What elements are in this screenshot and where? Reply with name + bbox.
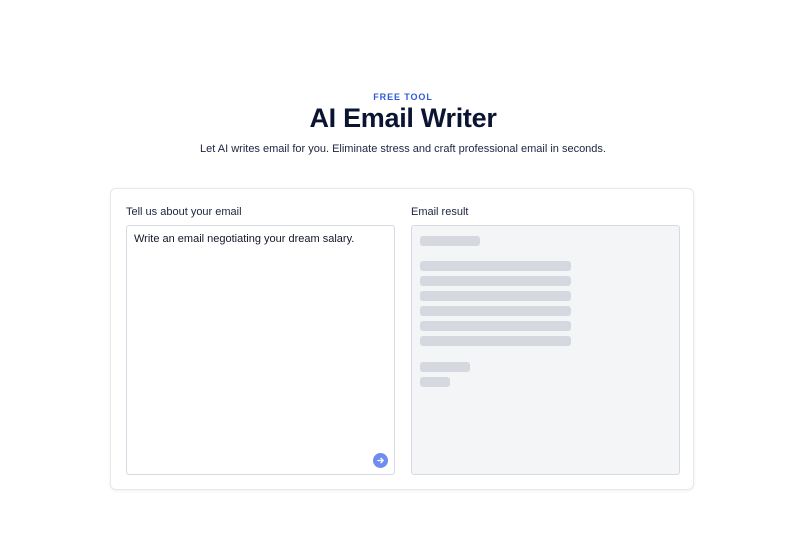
- skeleton-line: [420, 377, 450, 387]
- eyebrow-label: FREE TOOL: [373, 92, 433, 102]
- email-prompt-input[interactable]: Write an email negotiating your dream sa…: [126, 225, 395, 475]
- skeleton-line: [420, 291, 571, 301]
- skeleton-line: [420, 236, 480, 246]
- skeleton-line: [420, 261, 571, 271]
- send-button[interactable]: [373, 453, 388, 468]
- skeleton-line: [420, 306, 571, 316]
- page-subtitle: Let AI writes email for you. Eliminate s…: [200, 143, 606, 155]
- skeleton-line: [420, 321, 571, 331]
- page-title: AI Email Writer: [309, 103, 497, 133]
- email-result-panel: [411, 225, 680, 475]
- skeleton-line: [420, 362, 470, 372]
- arrow-right-icon: [377, 457, 384, 464]
- email-prompt-text[interactable]: Write an email negotiating your dream sa…: [134, 233, 354, 245]
- result-label: Email result: [411, 206, 469, 218]
- skeleton-line: [420, 276, 571, 286]
- skeleton-line: [420, 336, 571, 346]
- input-label: Tell us about your email: [126, 206, 242, 218]
